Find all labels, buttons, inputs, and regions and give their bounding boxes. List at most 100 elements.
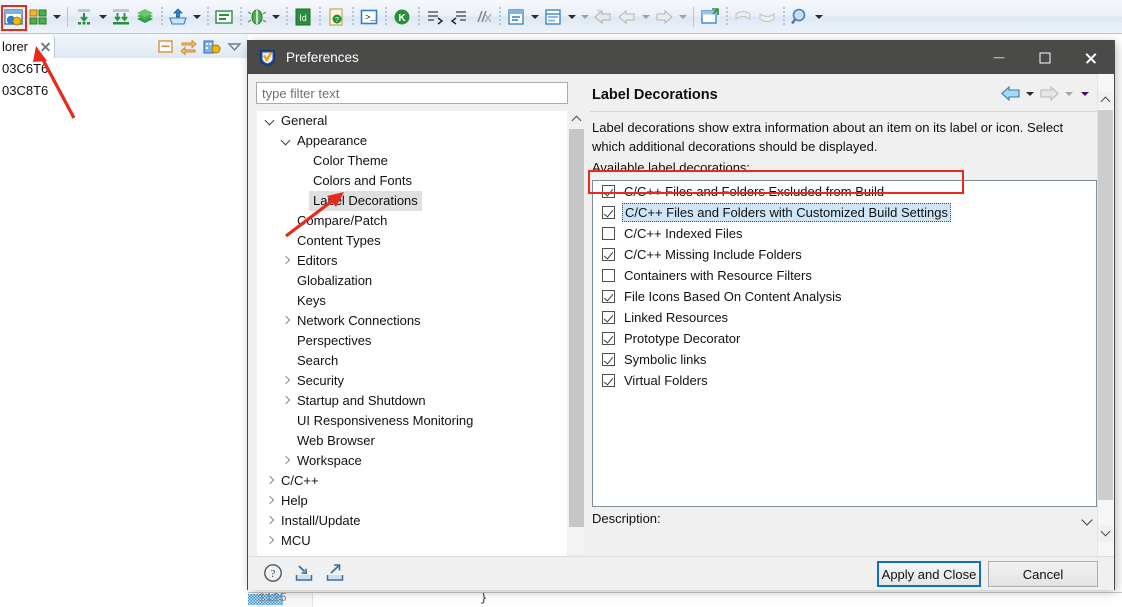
checkbox-checked-icon[interactable] [602, 353, 615, 366]
next-annotation-icon[interactable] [756, 6, 778, 28]
tree-item-ui-responsiveness-monitoring[interactable]: UI Responsiveness Monitoring [257, 411, 551, 431]
tree-item-search[interactable]: Search [257, 351, 551, 371]
save-dropdown-caret[interactable] [191, 6, 202, 28]
back-nav-icon[interactable] [616, 6, 638, 28]
build-dropdown-caret[interactable] [97, 6, 108, 28]
page-scroll-down-button[interactable] [1098, 525, 1113, 542]
tree-item-editors[interactable]: Editors [257, 251, 551, 271]
kill-icon[interactable]: K [391, 6, 413, 28]
back-nav-caret[interactable] [640, 6, 651, 28]
chevron-down-icon[interactable] [263, 111, 277, 131]
cancel-button[interactable]: Cancel [988, 561, 1098, 587]
tree-item-startup-and-shutdown[interactable]: Startup and Shutdown [257, 391, 551, 411]
decoration-row[interactable]: Symbolic links [593, 349, 1096, 370]
link-with-editor-icon[interactable] [179, 37, 198, 56]
page-scrollbar[interactable] [1097, 74, 1114, 556]
books-icon[interactable] [134, 6, 156, 28]
open-resource-caret[interactable] [566, 6, 577, 28]
checkbox-checked-icon[interactable] [602, 290, 615, 303]
decoration-row[interactable]: C/C++ Files and Folders with Customized … [593, 202, 1096, 223]
tree-item-appearance[interactable]: Appearance [257, 131, 551, 151]
decoration-row[interactable]: C/C++ Missing Include Folders [593, 244, 1096, 265]
tree-item-mcu[interactable]: MCU [257, 531, 551, 551]
checkbox-checked-icon[interactable] [602, 374, 615, 387]
build-selected-icon[interactable] [110, 6, 132, 28]
back-history-icon[interactable] [592, 6, 614, 28]
checkbox-unchecked-icon[interactable] [602, 227, 615, 240]
id-editor-icon[interactable]: Id [292, 6, 314, 28]
decoration-row[interactable]: Containers with Resource Filters [593, 265, 1096, 286]
decoration-row[interactable]: File Icons Based On Content Analysis [593, 286, 1096, 307]
checkbox-checked-icon[interactable] [602, 206, 615, 219]
chevron-down-icon[interactable] [279, 131, 293, 151]
decorations-list[interactable]: C/C++ Files and Folders Excluded from Bu… [592, 180, 1097, 507]
chevron-right-icon[interactable] [279, 371, 293, 391]
tree-item-help[interactable]: Help [257, 491, 551, 511]
open-resource-icon[interactable] [542, 6, 564, 28]
export-preferences-icon[interactable] [324, 562, 346, 584]
decoration-row[interactable]: Virtual Folders [593, 370, 1096, 391]
forward-nav-caret[interactable] [677, 6, 688, 28]
chevron-right-icon[interactable] [263, 531, 277, 551]
view-menu-icon[interactable] [202, 37, 221, 56]
decoration-row[interactable]: Linked Resources [593, 307, 1096, 328]
minimize-button[interactable] [976, 41, 1022, 74]
tree-item-workspace[interactable]: Workspace [257, 451, 551, 471]
checkbox-checked-icon[interactable] [602, 248, 615, 261]
chevron-right-icon[interactable] [279, 451, 293, 471]
console-icon[interactable] [213, 6, 235, 28]
search-icon[interactable] [789, 6, 811, 28]
filter-input[interactable] [256, 82, 568, 104]
tree-item-security[interactable]: Security [257, 371, 551, 391]
build-all-icon[interactable] [73, 6, 95, 28]
page-menu-caret-icon[interactable] [1078, 85, 1092, 102]
tree-item-label-decorations[interactable]: Label Decorations [257, 191, 551, 211]
open-type-caret[interactable] [529, 6, 540, 28]
decoration-row[interactable]: Prototype Decorator [593, 328, 1096, 349]
maximize-button[interactable] [1022, 41, 1068, 74]
tree-item-network-connections[interactable]: Network Connections [257, 311, 551, 331]
chevron-right-icon[interactable] [279, 391, 293, 411]
tree-item-content-types[interactable]: Content Types [257, 231, 551, 251]
tree-item-compare-patch[interactable]: Compare/Patch [257, 211, 551, 231]
open-perspective-icon[interactable] [3, 6, 25, 28]
tree-item-globalization[interactable]: Globalization [257, 271, 551, 291]
collapse-all-icon[interactable] [156, 37, 175, 56]
close-button[interactable] [1068, 41, 1114, 74]
list-item[interactable]: 03C6T6 [0, 58, 248, 80]
list-item[interactable]: 03C8T6 [0, 80, 248, 102]
chevron-right-icon[interactable] [279, 311, 293, 331]
tree-scroll-up-button[interactable] [569, 111, 584, 128]
debug-icon[interactable] [246, 6, 268, 28]
checkbox-unchecked-icon[interactable] [602, 269, 615, 282]
chevron-right-icon[interactable] [263, 491, 277, 511]
tree-item-general[interactable]: General [257, 111, 551, 131]
tree-item-perspectives[interactable]: Perspectives [257, 331, 551, 351]
chevron-right-icon[interactable] [263, 511, 277, 531]
tree-item-c-c[interactable]: C/C++ [257, 471, 551, 491]
back-caret-icon[interactable] [1023, 85, 1037, 102]
chevron-down-icon[interactable] [1080, 514, 1094, 528]
help-doc-icon[interactable]: ? [325, 6, 347, 28]
tab-project-explorer[interactable]: lorer [0, 35, 55, 58]
previous-annotation-icon[interactable] [732, 6, 754, 28]
history-caret[interactable] [579, 6, 590, 28]
tree-scrollbar-thumb[interactable] [569, 129, 584, 527]
chevron-right-icon[interactable] [279, 251, 293, 271]
step-over-icon[interactable] [448, 6, 470, 28]
back-arrow-icon[interactable] [1000, 85, 1021, 102]
debug-dropdown-caret[interactable] [270, 6, 281, 28]
apply-and-close-button[interactable]: Apply and Close [877, 561, 981, 587]
decoration-row[interactable]: C/C++ Indexed Files [593, 223, 1096, 244]
explorer-tree[interactable]: 03C6T6 03C8T6 [0, 58, 248, 606]
tree-item-install-update[interactable]: Install/Update [257, 511, 551, 531]
help-icon[interactable]: ? [262, 562, 284, 584]
chevron-right-icon[interactable] [263, 471, 277, 491]
decoration-row[interactable]: C/C++ Files and Folders Excluded from Bu… [593, 181, 1096, 202]
view-chevron-icon[interactable] [225, 37, 244, 56]
new-dropdown-caret[interactable] [51, 6, 62, 28]
page-scroll-up-button[interactable] [1098, 92, 1113, 109]
preferences-tree[interactable]: General Appearance Color Theme Colors and F… [256, 110, 568, 572]
checkbox-checked-icon[interactable] [602, 185, 615, 198]
import-preferences-icon[interactable] [293, 562, 315, 584]
